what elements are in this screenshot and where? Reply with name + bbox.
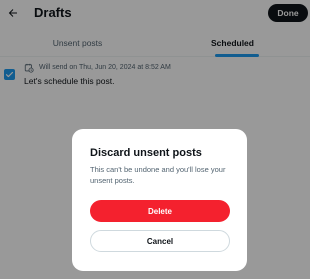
delete-button[interactable]: Delete [90, 200, 230, 222]
dialog-message: This can't be undone and you'll lose you… [90, 165, 226, 185]
dialog-title: Discard unsent posts [90, 147, 202, 159]
cancel-button[interactable]: Cancel [90, 230, 230, 252]
discard-dialog: Discard unsent posts This can't be undon… [72, 129, 247, 271]
